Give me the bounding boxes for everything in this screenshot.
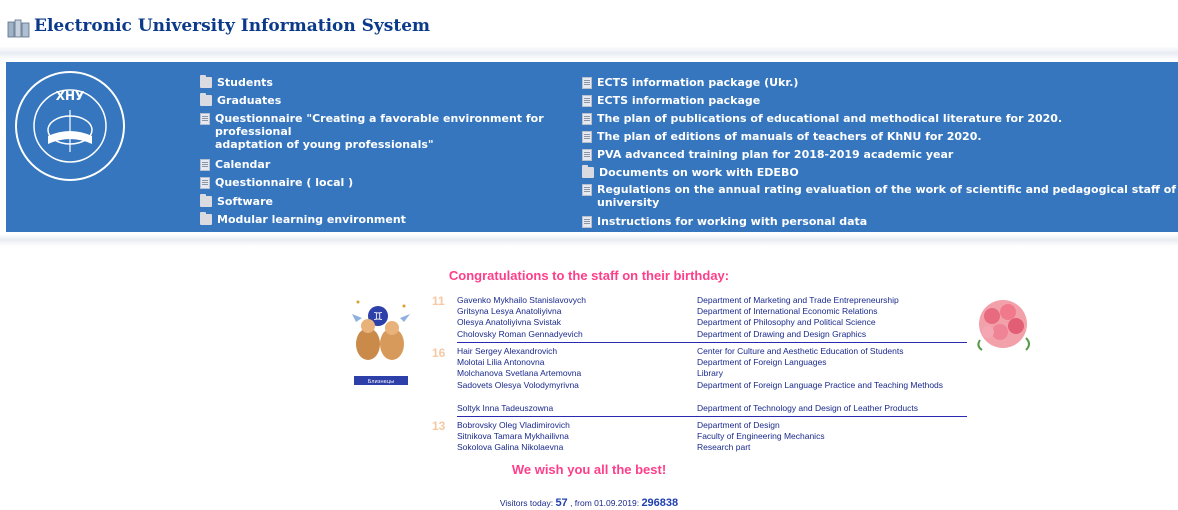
list-item: Gavenko Mykhailo Stanislavovych Departmen… (457, 295, 899, 305)
local-link[interactable]: local (315, 176, 344, 189)
folder-icon (200, 93, 212, 106)
document-icon (582, 95, 592, 107)
document-icon (582, 77, 592, 89)
folder-icon (582, 165, 594, 178)
page-header: Electronic University Information System (0, 0, 1178, 44)
menu-item-edebo[interactable]: Documents on work with EDEBO (582, 165, 799, 179)
menu-item-pva-training[interactable]: PVA advanced training plan for 2018-2019… (582, 148, 953, 161)
document-icon (582, 149, 592, 161)
list-item: Bobrovsky Oleg Vladimirovich Department o… (457, 420, 780, 430)
document-icon (582, 184, 592, 196)
divider (0, 46, 1178, 60)
menu-item-personal-data[interactable]: Instructions for working with personal d… (582, 215, 867, 228)
menu-item-students[interactable]: Students (200, 75, 273, 89)
menu-item-questionnaire-environment[interactable]: Questionnaire "Creating a favorable envi… (200, 112, 544, 151)
list-item: Cholovsky Roman Gennadyevich Department o… (457, 329, 867, 339)
menu-item-software[interactable]: Software (200, 194, 273, 208)
folder-icon (200, 194, 212, 207)
gemini-zodiac-icon: ♊ Близнецы (352, 300, 410, 385)
birthday-day: 16 (432, 346, 446, 360)
list-item: Molchanova Svetlana Artemovna Library (457, 368, 723, 378)
menu-item-graduates[interactable]: Graduates (200, 93, 281, 107)
birthday-day: 11 (432, 294, 445, 308)
divider (0, 234, 1178, 246)
menu-item-rating-regulations[interactable]: Regulations on the annual rating evaluat… (582, 183, 1178, 209)
menu-item-calendar[interactable]: Calendar (200, 158, 270, 171)
folder-icon (200, 75, 212, 88)
svg-text:Близнецы: Близнецы (368, 379, 394, 385)
visitors-total-value: 296838 (641, 497, 679, 509)
list-item: Hair Sergey Alexandrovich Center for Cult… (457, 346, 904, 356)
list-item: Soltyk Inna Tadeuszowna Department of Tec… (457, 403, 918, 413)
document-icon (582, 216, 592, 228)
list-item: Sadovets Olesya Volodymyrivna Department … (457, 380, 944, 390)
visitor-counter: Visitors today: 57 , from 01.09.2019: 29… (499, 497, 679, 509)
menu-item-questionnaire[interactable]: Questionnaire ( local ) (200, 176, 353, 189)
menu-item-publications-plan[interactable]: The plan of publications of educational … (582, 112, 1062, 125)
document-icon (200, 113, 210, 125)
list-item: Olesya Anatoliyivna Svistak Department of… (457, 317, 876, 327)
list-item: Molotai Lilia Antonovna Department of For… (457, 357, 827, 367)
folder-icon (200, 212, 212, 225)
page-title: Electronic University Information System (34, 16, 431, 36)
list-item: Gritsyna Lesya Anatoliyivna Department of… (457, 306, 878, 316)
divider (457, 342, 967, 343)
books-icon (7, 19, 30, 38)
wish-text: We wish you all the best! (511, 462, 667, 477)
menu-item-ects[interactable]: ECTS information package (582, 94, 760, 107)
flowers-icon (977, 300, 1030, 351)
svg-text:ХНУ: ХНУ (56, 89, 85, 103)
university-crest-icon: ХНУ (15, 71, 125, 181)
birthday-day: 13 (432, 419, 446, 433)
document-icon (582, 131, 592, 143)
list-item: Sokolova Galina Nikolaevna Research part (457, 442, 751, 452)
menu-item-modular-learning[interactable]: Modular learning environment (200, 212, 406, 226)
list-item: Sitnikova Tamara Mykhailivna Faculty of E… (457, 431, 825, 441)
menu-item-ects-ukr[interactable]: ECTS information package (Ukr.) (582, 76, 798, 89)
menu-item-manuals-plan[interactable]: The plan of editions of manuals of teach… (582, 130, 982, 143)
document-icon (582, 113, 592, 125)
birthday-title: Congratulations to the staff on their bi… (448, 268, 730, 283)
document-icon (200, 159, 210, 171)
visitors-today-value: 57 (555, 497, 568, 509)
svg-text:♊: ♊ (373, 310, 383, 323)
divider (457, 416, 967, 417)
document-icon (200, 177, 210, 189)
